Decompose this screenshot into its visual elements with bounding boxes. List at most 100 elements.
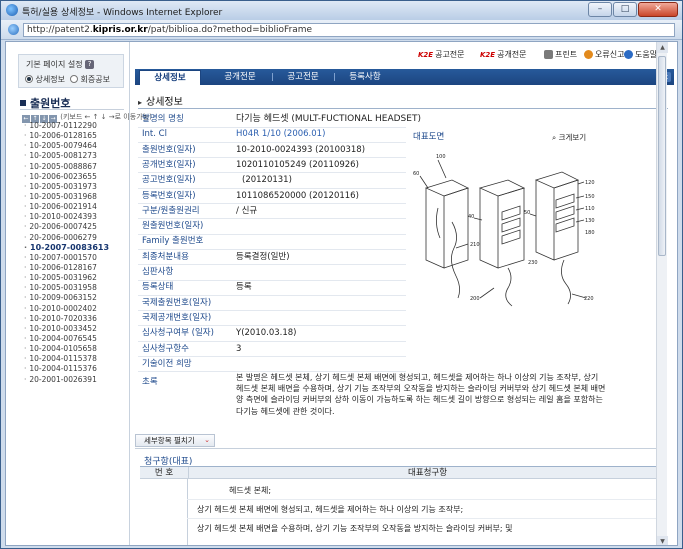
claim-line: 헤드셋 본체; xyxy=(229,486,272,495)
application-number-item[interactable]: 10-2005-0031958 xyxy=(24,283,128,293)
drawing-ref-110: 110 xyxy=(585,206,595,212)
info-row: 국제출원번호(일자) xyxy=(138,297,408,310)
url-field[interactable]: http://patent2.kipris.or.kr/pat/biblioa.… xyxy=(23,23,675,37)
expand-details-button[interactable]: 세부항목 펼치기 ⌄ xyxy=(135,434,215,447)
application-number-item[interactable]: 10-2004-0105658 xyxy=(24,344,128,354)
tab-registration[interactable]: 등록사항 xyxy=(335,69,395,85)
radio-detail[interactable]: 상세정보 xyxy=(25,74,65,85)
open-full-link[interactable]: K2E 공개전문 xyxy=(480,49,527,60)
info-row: Family 출원번호 xyxy=(138,235,408,248)
info-value: 다기능 헤드셋 (MULT-FUCTIONAL HEADSET) xyxy=(236,114,421,124)
radio-publication[interactable]: 회증공보 xyxy=(70,74,110,85)
info-label: Family 출원번호 xyxy=(142,236,204,247)
drawing-ref-40: 40 xyxy=(468,214,474,220)
title-bar[interactable]: 특허/실용 상세정보 - Windows Internet Explorer –… xyxy=(1,1,682,20)
window-title: 특허/실용 상세정보 - Windows Internet Explorer xyxy=(22,8,223,18)
application-number-item[interactable]: 20-2001-0026391 xyxy=(24,375,128,385)
application-number-item[interactable]: 10-2005-0081273 xyxy=(24,151,128,161)
drawing-body-right xyxy=(553,179,579,261)
drawing-body-left xyxy=(535,180,555,261)
radio-publication-icon[interactable] xyxy=(70,75,78,83)
info-label: 공고번호(일자) xyxy=(142,175,196,186)
application-number-item[interactable]: 10-2007-0083613 xyxy=(24,243,128,253)
info-value: 등록결정(일반) xyxy=(236,251,290,262)
abstract-label: 초록 xyxy=(142,377,158,387)
claim-line: 상기 헤드셋 본체 배면을 수용하며, 상기 기능 조작부의 오작동을 방지하는… xyxy=(197,524,513,533)
application-number-item[interactable]: 10-2005-0079464 xyxy=(24,141,128,151)
help-circle-icon xyxy=(624,50,633,59)
error-report-link[interactable]: 오류신고 xyxy=(584,49,624,60)
magnifier-icon: ⌕ xyxy=(552,133,557,142)
info-row: 심판사항 xyxy=(138,266,408,279)
section-divider xyxy=(138,108,668,109)
claim-line: 상기 헤드셋 본체 배면에 형성되고, 헤드셋을 제어하는 하나 이상의 기능 … xyxy=(197,505,464,514)
info-row: 원출원번호(일자) xyxy=(138,220,408,233)
tab-open-full[interactable]: 공개전문 xyxy=(209,69,271,85)
application-number-item[interactable]: 10-2010-0024393 xyxy=(24,212,128,222)
help-icon[interactable]: ? xyxy=(85,60,95,69)
info-row: 공개번호(일자) 1020110105249 (20110926) xyxy=(138,159,408,172)
application-number-item[interactable]: 10-2004-0115376 xyxy=(24,364,128,374)
abstract-text: 본 발명은 헤드셋 본체, 상기 헤드셋 본체 배면에 형성되고, 헤드셋을 제… xyxy=(236,373,606,416)
ipc-link[interactable]: H04R 1/10 (2006.01) xyxy=(236,128,325,141)
pub-full-link[interactable]: K2E 공고전문 xyxy=(418,49,465,60)
ie-logo-icon xyxy=(6,4,18,16)
maximize-button[interactable]: □ xyxy=(613,2,637,17)
minimize-button[interactable]: – xyxy=(588,2,612,17)
figure-title: 대표도면 xyxy=(413,132,445,142)
application-number-item[interactable]: 10-2004-0076545 xyxy=(24,334,128,344)
vertical-scrollbar[interactable]: ▲ ▼ xyxy=(656,42,668,545)
url-domain: kipris.or.kr xyxy=(92,25,148,35)
application-number-item[interactable]: 10-2005-0031962 xyxy=(24,273,128,283)
drawing-ref-230: 230 xyxy=(528,260,538,266)
application-number-item[interactable]: 10-2005-0088867 xyxy=(24,162,128,172)
application-number-item[interactable]: 10-2009-0063152 xyxy=(24,293,128,303)
info-value: (20120131) xyxy=(242,175,292,186)
main-panel: K2E 공고전문 K2E 공개전문 프린트 오류신고 도움말 상세정보 공개전문… xyxy=(130,42,674,545)
claims-col-representative: 대표청구항 xyxy=(188,467,666,479)
help-link[interactable]: 도움말 xyxy=(624,49,657,60)
info-row: 국제공개번호(일자) xyxy=(138,312,408,325)
drawing-ref-220: 220 xyxy=(584,296,594,302)
application-number-item[interactable]: 10-2010-0002402 xyxy=(24,304,128,314)
drawing-body-left xyxy=(479,188,499,269)
radio-detail-icon[interactable] xyxy=(25,75,33,83)
claims-table-body: 헤드셋 본체; 상기 헤드셋 본체 배면에 형성되고, 헤드셋을 제어하는 하나… xyxy=(140,479,666,545)
application-number-item[interactable]: 10-2007-0112290 xyxy=(24,121,128,131)
tab-detail[interactable]: 상세정보 xyxy=(139,70,201,85)
application-number-item[interactable]: 10-2005-0031968 xyxy=(24,192,128,202)
application-number-item[interactable]: 10-2006-0023655 xyxy=(24,172,128,182)
zoom-link[interactable]: ⌕ 크게보기 xyxy=(552,132,586,143)
application-number-item[interactable]: 10-2006-0021914 xyxy=(24,202,128,212)
close-button[interactable]: ✕ xyxy=(638,2,678,17)
application-number-item[interactable]: 20-2006-0006279 xyxy=(24,233,128,243)
drawing-ref-130: 130 xyxy=(585,218,595,224)
application-number-item[interactable]: 10-2006-0128165 xyxy=(24,131,128,141)
scroll-up-icon[interactable]: ▲ xyxy=(657,42,668,53)
details-divider xyxy=(135,448,665,449)
info-label: 심사청구여부 (일자) xyxy=(142,328,214,339)
info-row: 등록번호(일자) 1011086520000 (20120116) xyxy=(138,190,408,203)
representative-drawing[interactable]: 100 60 40 50 210 200 220 230 120 150 110… xyxy=(408,148,606,310)
info-row: 발명의 명칭 다기능 헤드셋 (MULT-FUCTIONAL HEADSET) xyxy=(138,113,421,126)
scroll-thumb[interactable] xyxy=(658,56,666,256)
url-path: /pat/biblioa.do?method=biblioFrame xyxy=(147,25,313,35)
print-link[interactable]: 프린트 xyxy=(544,49,577,60)
application-number-item[interactable]: 20-2006-0007425 xyxy=(24,222,128,232)
application-number-item[interactable]: 10-2005-0031973 xyxy=(24,182,128,192)
default-page-setting: 기본 페이지 설정 ? 상세정보 회증공보 xyxy=(18,54,124,88)
info-label: 원출원번호(일자) xyxy=(142,221,204,232)
info-label: 등록번호(일자) xyxy=(142,190,196,201)
info-row: 심사청구여부 (일자) Y(2010.03.18) xyxy=(138,327,408,340)
application-number-item[interactable]: 10-2007-0001570 xyxy=(24,253,128,263)
drawing-ref-200: 200 xyxy=(470,296,480,302)
application-number-item[interactable]: 10-2006-0128167 xyxy=(24,263,128,273)
application-number-item[interactable]: 10-2004-0115378 xyxy=(24,354,128,364)
info-label: 기술이전 희망 xyxy=(142,358,192,369)
info-value: 등록 xyxy=(236,282,252,293)
claims-col-number: 번 호 xyxy=(154,468,174,478)
application-number-item[interactable]: 10-2010-7020336 xyxy=(24,314,128,324)
application-number-item[interactable]: 10-2010-0033452 xyxy=(24,324,128,334)
tab-pub-full[interactable]: 공고전문 xyxy=(273,69,333,85)
scroll-down-icon[interactable]: ▼ xyxy=(657,536,668,545)
